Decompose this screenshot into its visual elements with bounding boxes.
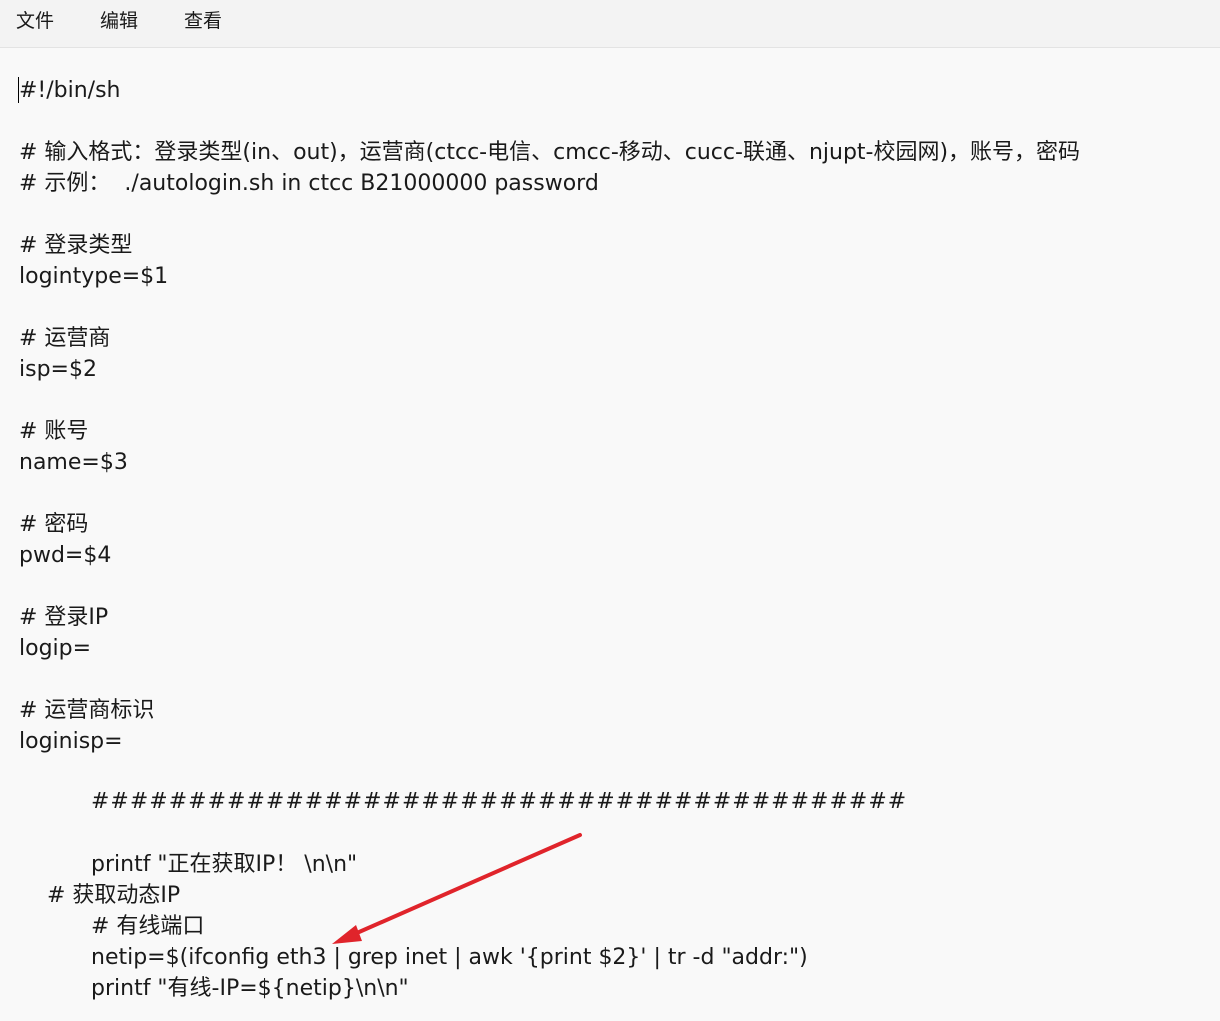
- code-line: printf "正在获取IP！ \n\n": [91, 852, 358, 877]
- code-line: # 密码: [19, 512, 89, 537]
- code-line: # 输入格式：登录类型(in、out)，运营商(ctcc-电信、cmcc-移动、…: [19, 140, 1081, 165]
- code-line: logip=: [19, 636, 92, 661]
- menu-edit[interactable]: 编辑: [98, 0, 140, 44]
- code-line: printf "有线-IP=${netip}\n\n": [91, 976, 409, 1001]
- code-line: netip=$(ifconfig eth3 | grep inet | awk …: [91, 945, 808, 970]
- menu-view[interactable]: 查看: [182, 0, 224, 44]
- code-line: # 运营商: [19, 326, 111, 351]
- code-line: # 登录类型: [19, 233, 133, 258]
- code-line: # 获取动态IP: [47, 883, 181, 908]
- code-line: # 有线端口: [91, 914, 205, 939]
- text-editor-area[interactable]: #!/bin/sh # 输入格式：登录类型(in、out)，运营商(ctcc-电…: [0, 49, 1220, 1021]
- code-line: pwd=$4: [19, 543, 112, 568]
- code-line: ########################################…: [91, 789, 908, 814]
- code-line: loginisp=: [19, 729, 123, 754]
- code-line: logintype=$1: [19, 264, 169, 289]
- menu-bar: 文件 编辑 查看: [0, 0, 1220, 48]
- code-line: # 登录IP: [19, 605, 109, 630]
- code-line: # 示例： ./autologin.sh in ctcc B21000000 p…: [19, 171, 599, 196]
- code-line: # 账号: [19, 419, 89, 444]
- menu-file[interactable]: 文件: [14, 0, 56, 44]
- code-line: #!/bin/sh: [19, 78, 121, 103]
- code-line: # 运营商标识: [19, 698, 155, 723]
- code-line: isp=$2: [19, 357, 97, 382]
- code-line: name=$3: [19, 450, 128, 475]
